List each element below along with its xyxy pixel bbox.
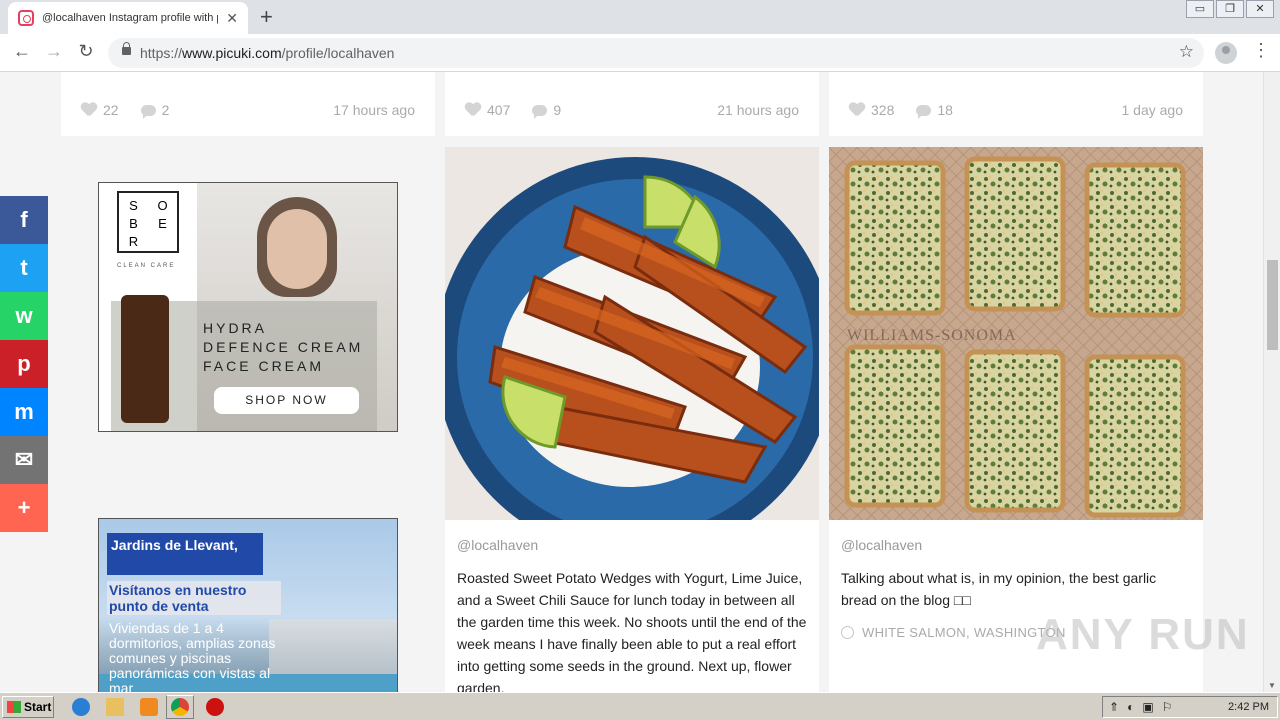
browser-toolbar: ← → ↻ https://www.picuki.com/profile/loc… [0,34,1280,72]
browser-menu-icon[interactable]: ⋮ [1252,40,1270,61]
back-arrow-icon[interactable]: ← [10,41,34,62]
comment-icon [916,104,932,119]
post-stats: 328 18 1 day ago [849,102,1184,119]
vertical-scrollbar[interactable]: ▼ [1263,72,1280,692]
post-stats: 22 2 17 hours ago [81,102,415,119]
ad-headline: HYDRA DEFENCE CREAM FACE CREAM [203,320,364,374]
messenger-share-button[interactable]: m [0,388,48,436]
likes-count: 407 [487,102,511,118]
instagram-favicon-icon [18,10,34,26]
sober-logo-sub: CLEAN CARE [117,263,176,269]
post-caption: Talking about what is, in my opinion, th… [841,570,1157,608]
restore-button[interactable]: ❐ [1216,0,1244,18]
scroll-down-arrow-icon[interactable]: ▼ [1268,681,1276,690]
ad-title: Jardins de Llevant, [107,533,263,575]
post-location[interactable]: WHITE SALMON, WASHINGTON [841,625,1066,640]
system-tray: ⇑ ◐ ▣ ⚐ 2:42 PM [1102,696,1278,718]
start-label: Start [24,700,52,714]
media-player-icon[interactable] [140,698,158,716]
messenger-icon: m [14,399,34,424]
tray-arrow-icon[interactable]: ⇑ [1109,700,1119,714]
email-share-button[interactable]: ✉ [0,436,48,484]
folder-icon[interactable] [106,698,124,716]
bookmark-star-icon[interactable]: ☆ [1179,42,1194,62]
tray-network-icon[interactable]: ▣ [1142,700,1153,714]
post-caption: Roasted Sweet Potato Wedges with Yogurt,… [457,570,807,692]
reload-icon[interactable]: ↻ [74,41,98,62]
heart-icon [849,103,865,117]
comments-count: 9 [553,102,562,118]
sober-logo: SO BE R [117,191,179,253]
post-card[interactable]: 407 9 21 hours ago [445,72,819,136]
chrome-icon [171,698,189,716]
post-image-sweet-potato[interactable] [445,147,819,520]
post-stats: 407 9 21 hours ago [465,102,799,119]
tray-flag-icon[interactable]: ⚐ [1162,700,1173,714]
cream-bottle-icon [121,295,169,423]
whatsapp-icon: w [15,303,33,328]
comments-count: 2 [161,102,170,118]
scrollbar-thumb[interactable] [1267,260,1278,350]
post-username[interactable]: @localhaven [841,537,922,553]
close-window-button[interactable]: ✕ [1246,0,1274,18]
more-share-button[interactable]: + [0,484,48,532]
post-image-garlic-bread[interactable]: WILLIAMS-SONOMA [829,147,1203,520]
advertisement-jardins[interactable]: Jardins de Llevant, Visítanos en nuestro… [98,518,398,692]
page-viewport: 22 2 17 hours ago 407 9 21 hours ago 328… [0,72,1280,692]
comments-count: 18 [937,102,953,118]
post-card[interactable]: 328 18 1 day ago [829,72,1203,136]
tray-clock: 2:42 PM [1228,701,1269,713]
comment-icon [140,104,156,119]
post-card[interactable]: @localhaven Roasted Sweet Potato Wedges … [445,147,819,692]
plus-icon: + [17,495,31,520]
chrome-taskbar-button[interactable] [166,695,194,719]
twitter-share-button[interactable]: t [0,244,48,292]
windows-taskbar: Start ⇑ ◐ ▣ ⚐ 2:42 PM [0,692,1280,720]
windows-logo-icon [7,701,21,713]
forward-arrow-icon[interactable]: → [42,41,66,62]
ad-model-face [267,209,327,289]
post-time: 17 hours ago [333,102,415,118]
ad-body: Viviendas de 1 a 4 dormitorios, amplias … [109,620,276,693]
minimize-button[interactable]: ▭ [1186,0,1214,18]
globe-icon [841,626,854,639]
close-tab-icon[interactable]: ✕ [226,10,238,27]
email-icon: ✉ [14,447,34,472]
internet-explorer-icon[interactable] [72,698,90,716]
lock-icon [122,42,131,55]
comment-icon [532,104,548,119]
url-text: https://www.picuki.com/profile/localhave… [140,45,395,61]
facebook-icon: f [20,207,28,232]
likes-count: 328 [871,102,895,118]
profile-avatar-icon[interactable] [1215,42,1237,64]
twitter-icon: t [20,255,28,280]
post-card[interactable]: 22 2 17 hours ago [61,72,435,136]
shop-now-button[interactable]: SHOP NOW [214,387,359,414]
opera-icon[interactable] [206,698,224,716]
heart-icon [81,103,97,117]
whatsapp-share-button[interactable]: w [0,292,48,340]
pinterest-icon: p [17,351,31,376]
post-time: 1 day ago [1121,102,1184,118]
ad-subtitle: Visítanos en nuestro punto de venta [107,581,281,615]
tab-title: @localhaven Instagram profile with p [42,12,218,24]
image-watermark: WILLIAMS-SONOMA [847,327,1017,344]
start-button[interactable]: Start [2,696,54,718]
advertisement-sober[interactable]: SO BE R CLEAN CARE HYDRA DEFENCE CREAM F… [98,182,398,432]
facebook-share-button[interactable]: f [0,196,48,244]
address-bar[interactable]: https://www.picuki.com/profile/localhave… [108,38,1204,68]
anyrun-watermark: ANY RUN [1036,610,1250,659]
tray-volume-icon[interactable]: ◐ [1127,700,1134,714]
browser-tab-strip: @localhaven Instagram profile with p ✕ +… [0,0,1280,34]
post-username[interactable]: @localhaven [457,537,538,553]
heart-icon [465,103,481,117]
browser-tab-active[interactable]: @localhaven Instagram profile with p ✕ [8,2,248,34]
pinterest-share-button[interactable]: p [0,340,48,388]
share-sidebar: f t w p m ✉ + [0,196,48,532]
likes-count: 22 [103,102,119,118]
post-time: 21 hours ago [717,102,799,118]
new-tab-button[interactable]: + [260,4,273,30]
window-controls: ▭ ❐ ✕ [1186,0,1274,18]
